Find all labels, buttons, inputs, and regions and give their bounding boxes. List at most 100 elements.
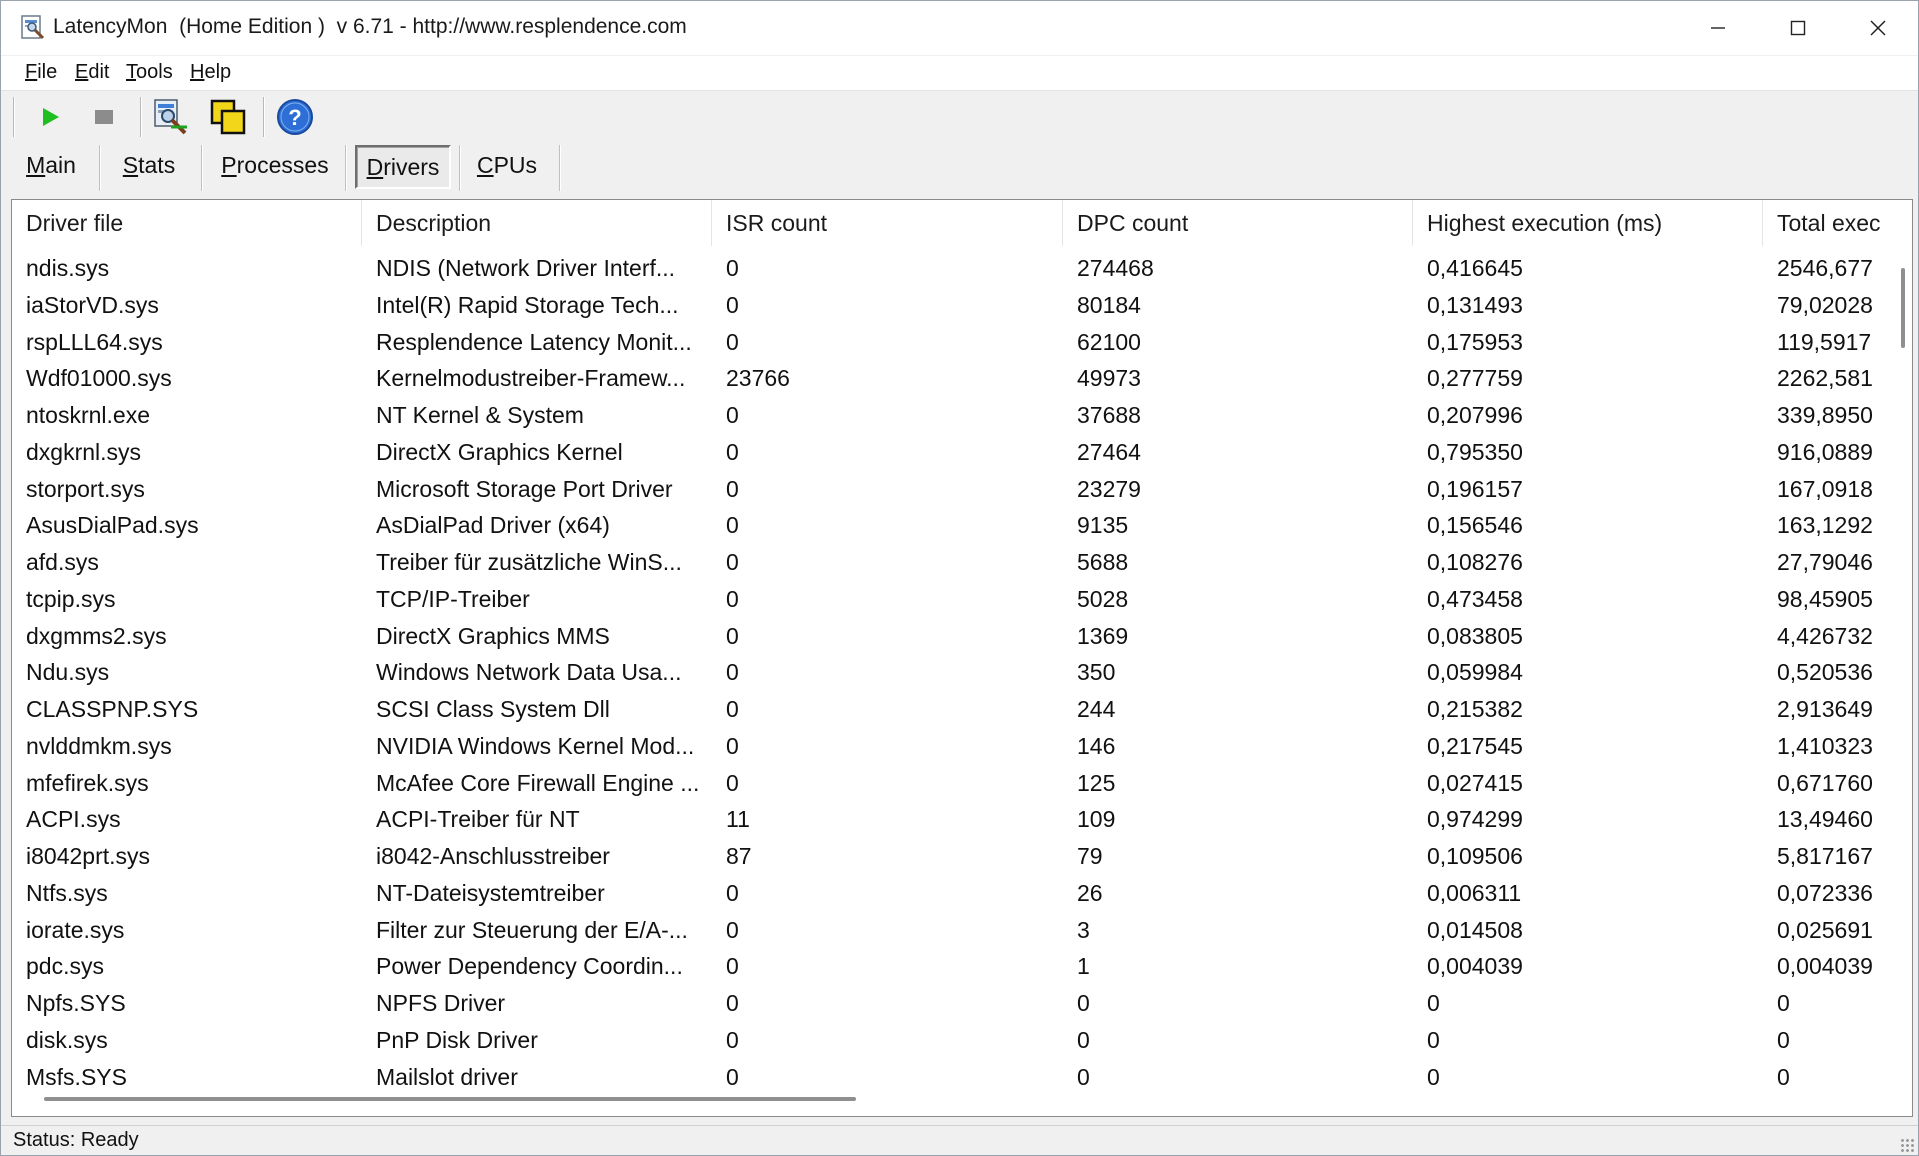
highest-execution-cell: 0,207996 — [1427, 402, 1523, 428]
column-header-description[interactable]: Description — [362, 200, 712, 246]
table-row[interactable]: ntoskrnl.exe NT Kernel & System 0 37688 0,20… — [12, 397, 1892, 434]
highest-execution-cell: 0,131493 — [1427, 291, 1523, 318]
analyze-button[interactable] — [149, 95, 193, 139]
isr-count-cell: 11 — [726, 806, 750, 833]
table-row[interactable]: dxgmms2.sys DirectX Graphics MMS 0 1369 0,08… — [12, 618, 1892, 655]
total-execution-cell: 0,004039 — [1777, 953, 1873, 980]
menu-help[interactable]: Help — [190, 61, 231, 84]
table-row[interactable]: Npfs.SYS NPFS Driver 0 0 0 0 — [12, 985, 1892, 1022]
vertical-scroll-thumb[interactable] — [1901, 268, 1905, 348]
isr-count-cell: 23766 — [726, 365, 790, 392]
horizontal-scroll-thumb[interactable] — [44, 1097, 856, 1101]
description-cell: PnP Disk Driver — [376, 1026, 538, 1053]
dpc-count-cell: 9135 — [1077, 512, 1129, 539]
resize-grip[interactable] — [1900, 1138, 1914, 1152]
toolbar-separator — [140, 97, 142, 137]
column-header-total-execution[interactable]: Total exec — [1763, 200, 1893, 246]
dpc-count-cell: 23279 — [1077, 475, 1141, 502]
highest-execution-cell: 0,027415 — [1427, 769, 1523, 796]
isr-count-cell: 0 — [726, 622, 739, 649]
isr-count-cell: 0 — [726, 953, 739, 980]
column-header-driver-file[interactable]: Driver file — [12, 200, 362, 246]
table-row[interactable]: storport.sys Microsoft Storage Port Drive… — [12, 471, 1892, 508]
stop-icon — [95, 110, 113, 124]
tab-separator — [201, 145, 203, 191]
isr-count-cell: 0 — [726, 475, 739, 502]
highest-execution-cell: 0,473458 — [1427, 585, 1523, 612]
driver-file-cell: dxgmms2.sys — [26, 622, 167, 649]
tab-main[interactable]: Main — [13, 145, 89, 185]
description-cell: McAfee Core Firewall Engine ... — [376, 769, 700, 796]
column-header-isr-count[interactable]: ISR count — [712, 200, 1063, 246]
isr-count-cell: 0 — [726, 402, 739, 428]
isr-count-cell: 0 — [726, 549, 739, 575]
table-row[interactable]: AsusDialPad.sys AsDialPad Driver (x64) 0 91… — [12, 507, 1892, 544]
table-row[interactable]: tcpip.sys TCP/IP-Treiber 0 5028 0,473458 98,4… — [12, 581, 1892, 618]
description-cell: NT-Dateisystemtreiber — [376, 879, 605, 906]
total-execution-cell: 5,817167 — [1777, 843, 1873, 869]
highest-execution-cell: 0,416645 — [1427, 255, 1523, 281]
menu-edit[interactable]: Edit — [75, 61, 109, 84]
table-row[interactable]: ndis.sys NDIS (Network Driver Interf... 0 2… — [12, 250, 1892, 287]
total-execution-cell: 163,1292 — [1777, 512, 1873, 539]
title-bar[interactable]: LatencyMon (Home Edition ) v 6.71 - http… — [1, 1, 1918, 55]
table-row[interactable]: i8042prt.sys i8042-Anschlusstreiber 87 79 0,… — [12, 838, 1892, 875]
tab-separator — [99, 145, 101, 191]
isr-count-cell: 0 — [726, 291, 739, 318]
stop-button[interactable] — [82, 95, 126, 139]
start-button[interactable] — [28, 95, 72, 139]
description-cell: NT Kernel & System — [376, 402, 584, 428]
table-row[interactable]: pdc.sys Power Dependency Coordin... 0 1 0,00… — [12, 948, 1892, 985]
maximize-button[interactable] — [1758, 1, 1838, 55]
description-cell: Power Dependency Coordin... — [376, 953, 683, 980]
total-execution-cell: 27,79046 — [1777, 549, 1873, 575]
column-header-row: Driver file Description ISR count DPC co… — [12, 200, 1902, 246]
menu-tools[interactable]: Tools — [126, 61, 173, 84]
table-row[interactable]: CLASSPNP.SYS SCSI Class System Dll 0 244 0,2… — [12, 691, 1892, 728]
table-row[interactable]: iorate.sys Filter zur Steuerung der E/A-.… — [12, 912, 1892, 949]
isr-count-cell: 0 — [726, 769, 739, 796]
table-row[interactable]: rspLLL64.sys Resplendence Latency Monit..… — [12, 324, 1892, 361]
description-cell: SCSI Class System Dll — [376, 696, 610, 722]
menu-file[interactable]: File — [25, 61, 57, 84]
column-header-highest-execution[interactable]: Highest execution (ms) — [1413, 200, 1763, 246]
menu-edit-accel: E — [75, 61, 89, 83]
total-execution-cell: 2546,677 — [1777, 255, 1873, 281]
drivers-list[interactable]: Driver file Description ISR count DPC co… — [11, 199, 1913, 1117]
description-cell: DirectX Graphics Kernel — [376, 438, 623, 465]
tab-drivers[interactable]: Drivers — [355, 145, 451, 189]
total-execution-cell: 0,072336 — [1777, 879, 1873, 906]
dpc-count-cell: 26 — [1077, 879, 1103, 906]
tab-cpus[interactable]: C PUs — [469, 145, 545, 185]
menu-file-label-rest: ile — [37, 61, 58, 83]
table-row[interactable]: afd.sys Treiber für zusätzliche WinS... 0 5… — [12, 544, 1892, 581]
dpc-count-cell: 62100 — [1077, 328, 1141, 355]
horizontal-scrollbar[interactable] — [12, 1088, 1892, 1110]
table-row[interactable]: Wdf01000.sys Kernelmodustreiber-Framew...… — [12, 360, 1892, 397]
dpc-count-cell: 244 — [1077, 696, 1116, 722]
close-button[interactable] — [1838, 1, 1918, 55]
column-header-dpc-count[interactable]: DPC count — [1063, 200, 1413, 246]
tab-processes[interactable]: Processes — [211, 145, 339, 185]
tab-stats[interactable]: Stats — [109, 145, 189, 185]
table-row[interactable]: Ntfs.sys NT-Dateisystemtreiber 0 26 0,006311… — [12, 875, 1892, 912]
table-row[interactable]: disk.sys PnP Disk Driver 0 0 0 0 — [12, 1022, 1892, 1059]
dpc-count-cell: 49973 — [1077, 365, 1141, 392]
vertical-scrollbar[interactable] — [1895, 236, 1911, 1076]
table-row[interactable]: nvlddmkm.sys NVIDIA Windows Kernel Mod...… — [12, 728, 1892, 765]
total-execution-cell: 0,520536 — [1777, 659, 1873, 686]
description-cell: Resplendence Latency Monit... — [376, 328, 692, 355]
table-row[interactable]: iaStorVD.sys Intel(R) Rapid Storage Tech.… — [12, 287, 1892, 324]
highest-execution-cell: 0,217545 — [1427, 732, 1523, 759]
isr-count-cell: 0 — [726, 1026, 739, 1053]
table-row[interactable]: dxgkrnl.sys DirectX Graphics Kernel 0 27464… — [12, 434, 1892, 471]
table-row[interactable]: Ndu.sys Windows Network Data Usa... 0 350 0,… — [12, 654, 1892, 691]
minimize-button[interactable] — [1678, 1, 1758, 55]
help-button[interactable]: ? — [273, 95, 317, 139]
tab-stats-accel: S — [122, 151, 139, 178]
isr-count-cell: 87 — [726, 843, 752, 869]
table-row[interactable]: ACPI.sys ACPI-Treiber für NT 11 109 0,974299… — [12, 801, 1892, 838]
menu-file-accel: F — [25, 61, 38, 83]
table-row[interactable]: mfefirek.sys McAfee Core Firewall Engine … — [12, 765, 1892, 802]
copy-windows-button[interactable] — [206, 95, 250, 139]
